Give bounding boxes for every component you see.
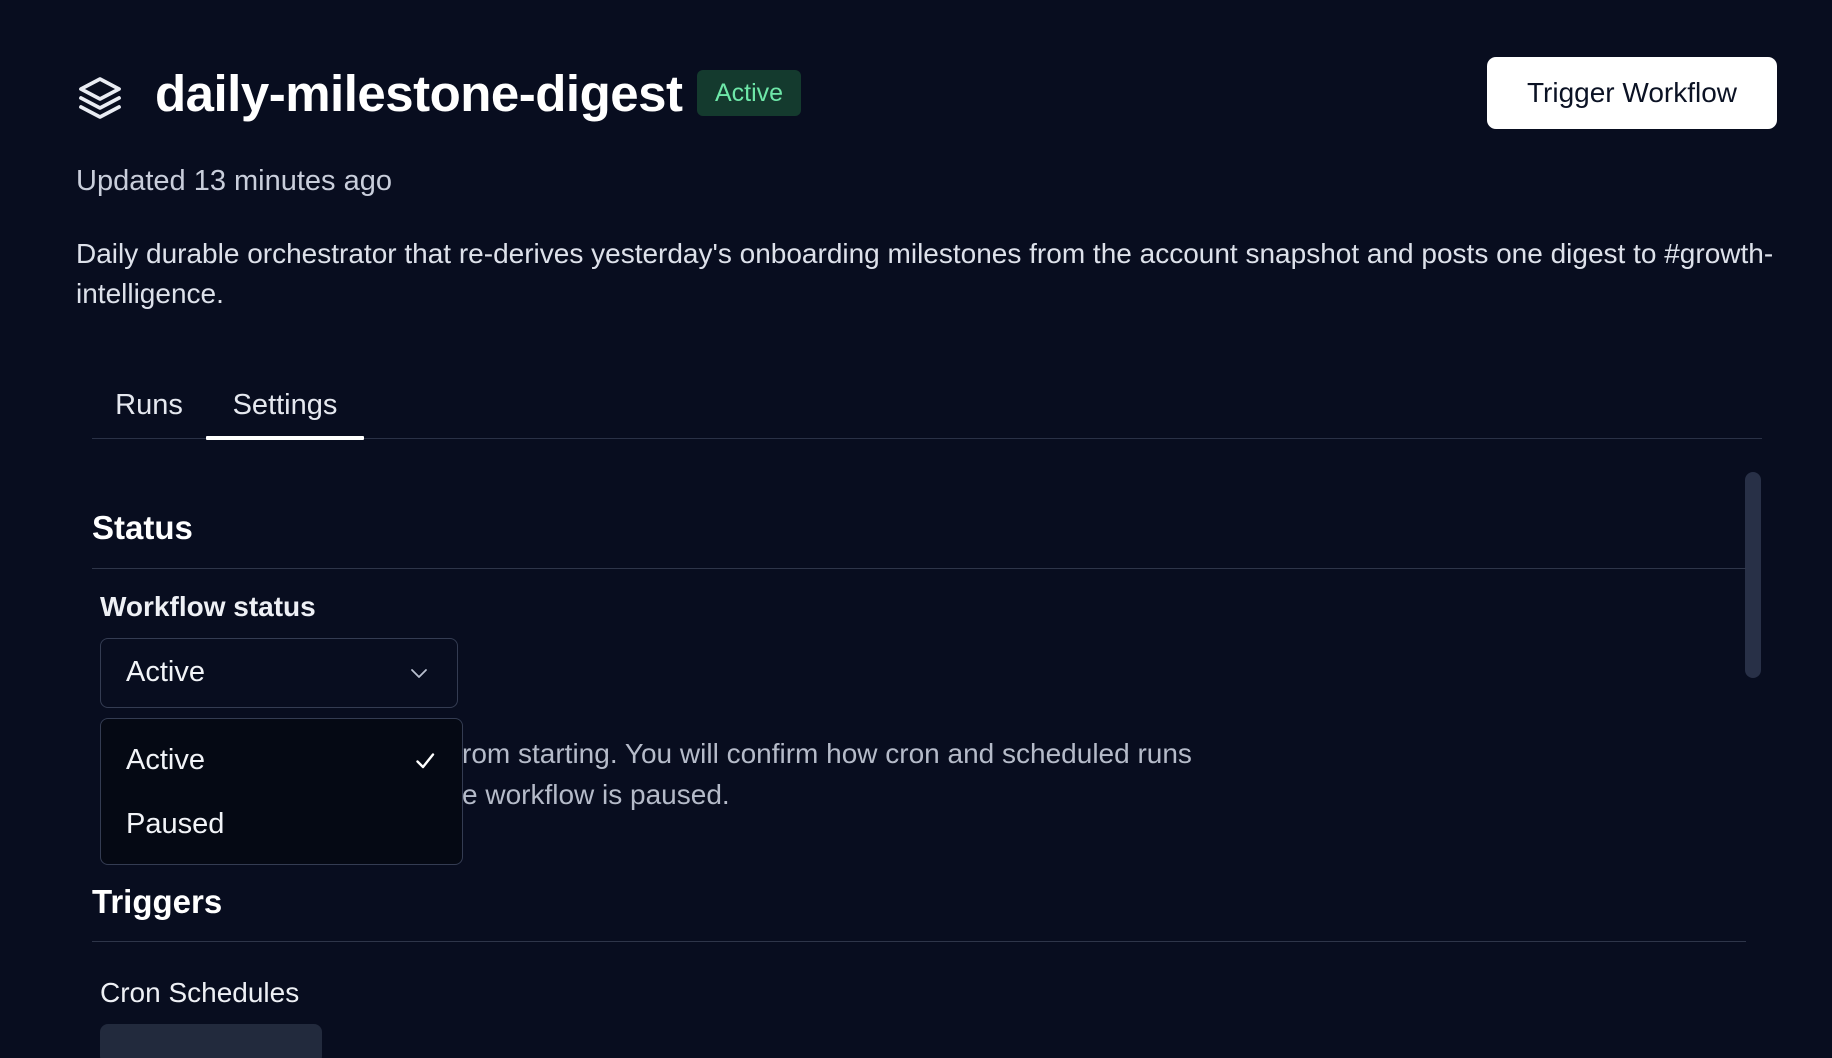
tab-runs[interactable]: Runs	[92, 380, 206, 438]
cron-schedules-label: Cron Schedules	[100, 977, 300, 1008]
section-heading-status: Status	[92, 509, 193, 546]
check-icon	[414, 750, 436, 772]
chevron-down-icon	[409, 663, 429, 683]
select-value: Active	[126, 656, 205, 688]
scrollbar-thumb[interactable]	[1745, 472, 1761, 678]
trigger-workflow-button[interactable]: Trigger Workflow	[1487, 57, 1777, 129]
section-heading-triggers: Triggers	[92, 883, 223, 920]
workflow-status-label: Workflow status	[100, 591, 316, 622]
section-divider	[92, 941, 1746, 942]
tab-settings[interactable]: Settings	[206, 380, 364, 438]
option-label: Paused	[126, 808, 225, 840]
dropdown-option-active[interactable]: Active	[101, 730, 462, 790]
tab-bar: Runs Settings	[92, 380, 1762, 440]
page-title: daily-milestone-digest	[155, 65, 683, 122]
cron-schedule-item[interactable]	[100, 1024, 322, 1058]
active-tab-indicator	[206, 435, 364, 440]
workflow-description: Daily durable orchestrator that re-deriv…	[76, 238, 1774, 309]
dropdown-option-paused[interactable]: Paused	[101, 794, 462, 854]
workflow-settings-page: daily-milestone-digest Active Trigger Wo…	[0, 0, 1832, 1058]
status-badge: Active	[697, 70, 802, 116]
option-label: Active	[126, 744, 205, 776]
status-dropdown-menu: Active Paused	[100, 718, 463, 865]
updated-timestamp: Updated 13 minutes ago	[76, 165, 392, 197]
workflow-status-select[interactable]: Active	[100, 638, 458, 708]
section-divider	[92, 568, 1746, 569]
layers-icon	[76, 74, 124, 122]
